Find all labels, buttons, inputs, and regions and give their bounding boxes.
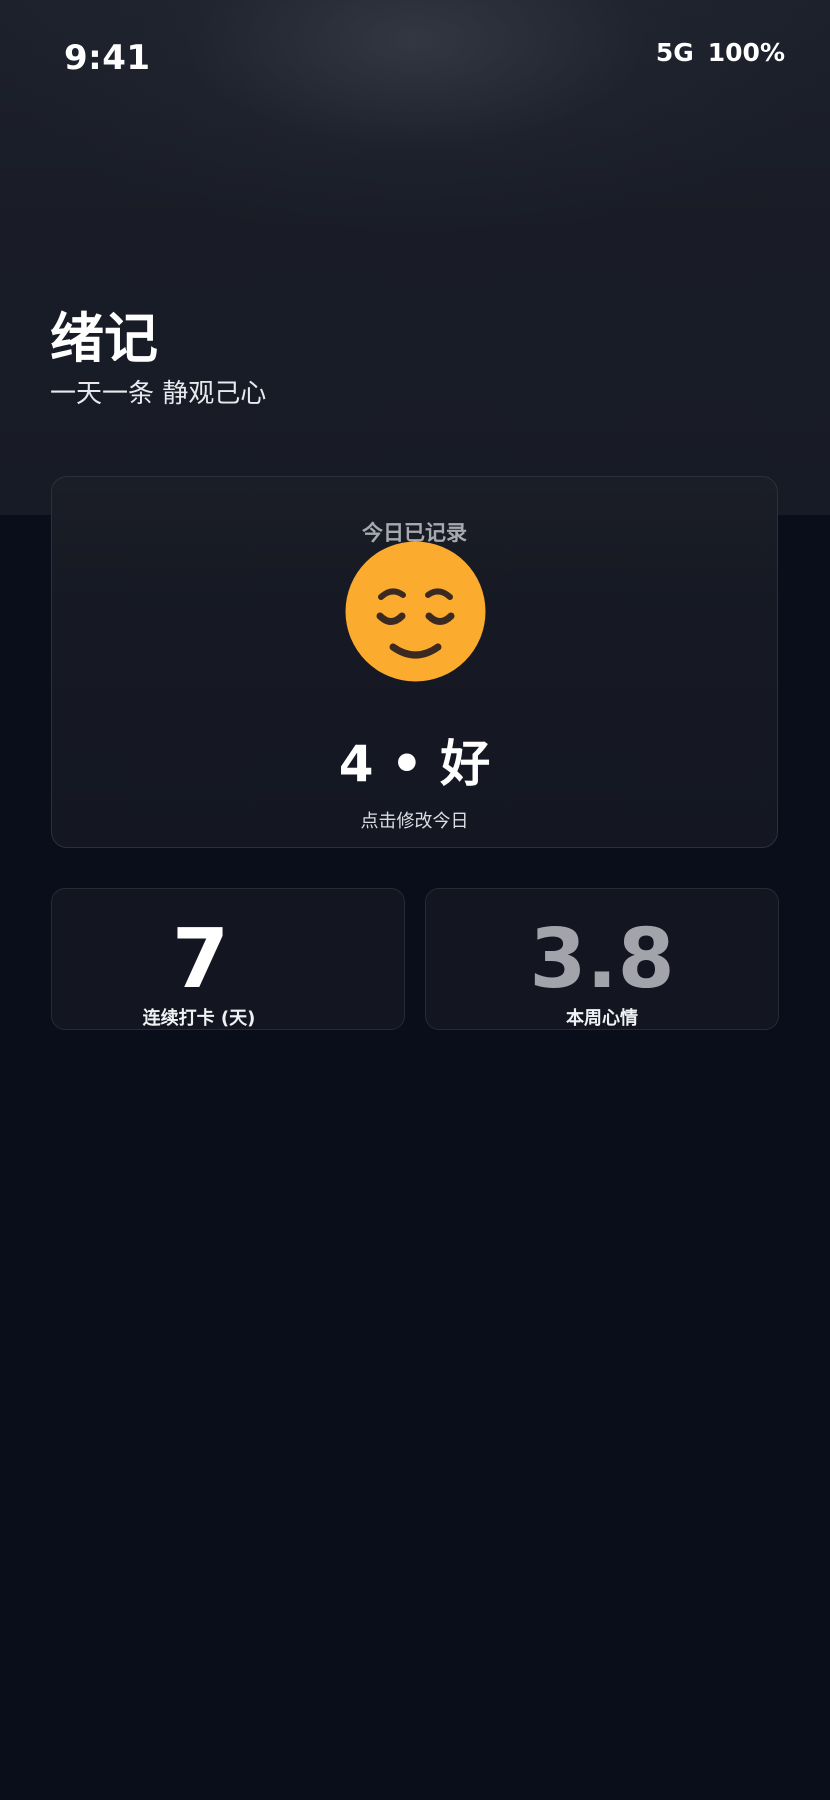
weekly-mood-label: 本周心情 xyxy=(566,1008,638,1029)
weekly-mood-value: 3.8 xyxy=(529,912,675,1007)
streak-value: 7 xyxy=(171,912,230,1007)
relieved-face-icon xyxy=(345,541,486,682)
edit-today-link[interactable]: 点击修改今日 xyxy=(52,807,777,833)
status-bar: 9:41 5G 100% xyxy=(0,0,830,120)
streak-label: 连续打卡 (天) xyxy=(142,1008,256,1029)
app-screen: 9:41 5G 100% 绪记 一天一条 静观己心 今日已记录 4 • 好 点击… xyxy=(0,0,830,1800)
status-time: 9:41 xyxy=(64,38,151,78)
app-title: 绪记 xyxy=(50,307,158,370)
streak-stat-card: 7 连续打卡 (天) xyxy=(51,888,405,1030)
mood-score: 4 • 好 xyxy=(338,735,491,793)
battery-indicator: 100% xyxy=(707,38,785,67)
today-mood-card[interactable]: 今日已记录 4 • 好 点击修改今日 xyxy=(51,476,778,848)
app-subtitle: 一天一条 静观己心 xyxy=(50,379,267,409)
status-indicators: 5G 100% xyxy=(656,38,785,67)
weekly-mood-stat-card: 3.8 本周心情 xyxy=(425,888,779,1030)
network-indicator: 5G xyxy=(655,38,694,67)
